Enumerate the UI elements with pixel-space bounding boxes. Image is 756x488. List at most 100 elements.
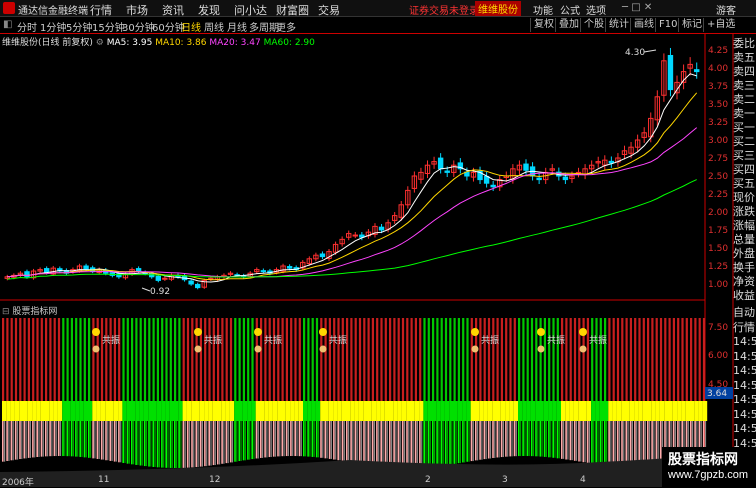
indicator-band (582, 401, 587, 421)
indicator-toggle-icon[interactable]: ⊟ (2, 307, 10, 317)
indicator-bar-bottom (135, 421, 137, 465)
indicator-band (251, 401, 256, 421)
indicator-band (432, 401, 437, 421)
indicator-bar-top (341, 318, 344, 401)
price-tick-label: 4.25 (708, 46, 728, 56)
indicator-bar-bottom-alt (292, 421, 294, 457)
indicator-band (509, 401, 514, 421)
smiley-icon (537, 328, 545, 336)
indicator-bar-bottom (88, 421, 90, 458)
resonance-label: 共振 (329, 334, 347, 346)
indicator-bar-bottom (324, 421, 327, 459)
indicator-bar-bottom (208, 421, 210, 466)
high-price-label: 4.30 (625, 48, 645, 58)
indicator-bar-top (410, 318, 413, 401)
indicator-band (79, 401, 84, 421)
indicator-bar-bottom (444, 421, 447, 466)
indicator-band (178, 401, 183, 421)
indicator-band (358, 401, 364, 421)
indicator-bar-top (32, 318, 35, 401)
indicator-bar-bottom-alt (120, 421, 122, 463)
indicator-band (260, 401, 265, 421)
indicator-bar-bottom-alt (472, 421, 474, 462)
indicator-bar-top (131, 318, 134, 401)
side-panel-label: 买一 (733, 121, 755, 134)
indicator-bar-bottom (161, 421, 163, 468)
indicator-bar-top (294, 318, 297, 401)
indicator-bar-top (444, 318, 448, 401)
indicator-bar-top (268, 318, 271, 401)
indicator-band (199, 401, 205, 421)
indicator-bar-top (685, 318, 688, 401)
indicator-bar-bottom-alt (614, 421, 616, 467)
indicator-bar-bottom-alt (601, 421, 603, 465)
candle-body (135, 268, 142, 272)
indicator-bar-top (621, 318, 624, 401)
chart-canvas[interactable]: 4.25 4.00 3.75 3.50 3.25 3.00 2.75 2.50 2.25 2.00… (0, 0, 756, 487)
indicator-bar-bottom-alt (94, 421, 96, 459)
indicator-bar-bottom-alt (528, 421, 530, 457)
indicator-bar-top (487, 318, 491, 401)
indicator-bar-top (75, 318, 78, 401)
indicator-band (500, 401, 506, 421)
indicator-bar-top (135, 318, 138, 401)
candle-body (155, 275, 162, 281)
indicator-bar-bottom-alt (219, 421, 221, 465)
indicator-bar-top (165, 318, 168, 401)
indicator-bar-bottom (479, 421, 481, 460)
indicator-bar-bottom-alt (244, 421, 246, 461)
indicator-band (677, 401, 682, 421)
indicator-bar-top (234, 318, 237, 401)
indicator-band (569, 401, 574, 421)
indicator-bar-bottom (217, 421, 219, 465)
indicator-band (186, 401, 192, 421)
candle-body (437, 157, 444, 170)
indicator-bar-bottom-alt (90, 421, 92, 458)
indicator-band (92, 401, 97, 421)
candle-body (694, 69, 700, 73)
indicator-band (591, 401, 596, 421)
indicator-bar-bottom-alt (597, 421, 599, 465)
indicator-bar-bottom-alt (133, 421, 135, 465)
indicator-bar-top (53, 318, 56, 401)
price-tick-label: 2.50 (708, 172, 728, 182)
indicator-bar-top (40, 318, 43, 401)
indicator-bar-bottom-alt (326, 421, 328, 459)
indicator-band (595, 401, 600, 421)
indicator-band (466, 401, 471, 421)
indicator-bar-bottom (118, 421, 120, 463)
side-panel-label: 卖三 (733, 79, 755, 92)
indicator-bar-bottom (268, 421, 271, 458)
indicator-band (182, 401, 187, 421)
indicator-bar-bottom (380, 421, 382, 467)
indicator-bar-bottom-alt (4, 421, 6, 462)
indicator-bar-bottom (535, 421, 537, 457)
indicator-bar-top (651, 318, 654, 401)
indicator-bar-bottom-alt (68, 421, 70, 457)
indicator-bar-bottom-alt (348, 421, 350, 462)
indicator-bar-bottom-alt (176, 421, 178, 468)
indicator-bar-bottom-alt (395, 421, 397, 468)
indicator-bar-top (315, 318, 319, 401)
indicator-band (449, 401, 454, 421)
indicator-band (634, 401, 639, 421)
indicator-bar-top (591, 318, 594, 401)
indicator-band (14, 401, 20, 421)
indicator-bar-top (432, 318, 435, 401)
indicator-bar-bottom (599, 421, 602, 465)
indicator-bar-bottom-alt (317, 421, 320, 458)
indicator-bar-top (401, 318, 405, 401)
side-panel-label: 卖四 (733, 65, 755, 78)
indicator-bar-top (10, 318, 13, 401)
indicator-band (341, 401, 346, 421)
indicator-bar-bottom (2, 421, 4, 462)
indicator-bar-top (367, 318, 370, 401)
x-tick-nov: 11 (98, 475, 110, 485)
money-bag-icon (254, 345, 262, 353)
indicator-bar-bottom (36, 421, 38, 458)
indicator-band (281, 401, 286, 421)
indicator-band (118, 401, 123, 421)
indicator-band (208, 401, 213, 421)
smiley-icon (579, 328, 587, 336)
money-bag-icon (319, 345, 327, 353)
